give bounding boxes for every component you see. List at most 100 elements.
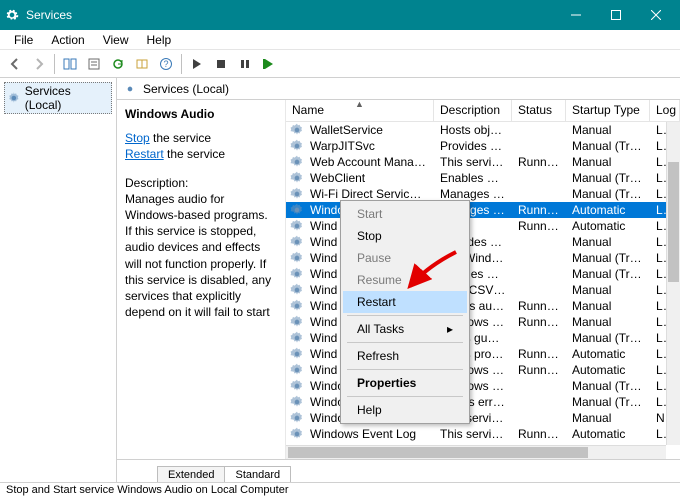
tab-standard[interactable]: Standard bbox=[224, 466, 291, 483]
separator bbox=[347, 369, 463, 370]
cell-startup: Manual bbox=[566, 155, 650, 169]
gear-icon bbox=[290, 171, 304, 185]
stop-link-suffix: the service bbox=[150, 131, 211, 145]
cell-status: Running bbox=[512, 363, 566, 377]
col-name[interactable]: Name▲ bbox=[286, 100, 434, 121]
menu-action[interactable]: Action bbox=[43, 31, 92, 49]
export-button[interactable] bbox=[131, 53, 153, 75]
gear-icon bbox=[290, 347, 304, 361]
cell-name: Windows Event Log bbox=[304, 427, 434, 441]
stop-service-button[interactable] bbox=[210, 53, 232, 75]
context-menu: Start Stop Pause Resume Restart All Task… bbox=[340, 200, 470, 424]
cell-startup: Manual (Trig... bbox=[566, 379, 650, 393]
col-startup[interactable]: Startup Type bbox=[566, 100, 650, 121]
cell-name: Web Account Manager bbox=[304, 155, 434, 169]
service-row[interactable]: Windows Event LogThis service ...Running… bbox=[286, 426, 680, 442]
ctx-properties[interactable]: Properties bbox=[343, 372, 467, 394]
ctx-stop[interactable]: Stop bbox=[343, 225, 467, 247]
toolbar: ? bbox=[0, 50, 680, 78]
minimize-button[interactable] bbox=[556, 0, 596, 30]
gear-icon bbox=[4, 7, 20, 23]
cell-status: Running bbox=[512, 315, 566, 329]
sort-asc-icon: ▲ bbox=[355, 100, 364, 109]
show-hide-tree-button[interactable] bbox=[59, 53, 81, 75]
restart-service-button[interactable] bbox=[258, 53, 280, 75]
ctx-help[interactable]: Help bbox=[343, 399, 467, 421]
help-button[interactable]: ? bbox=[155, 53, 177, 75]
separator bbox=[347, 315, 463, 316]
gear-icon bbox=[290, 363, 304, 377]
gear-icon bbox=[290, 411, 304, 425]
cell-startup: Automatic bbox=[566, 363, 650, 377]
gear-icon bbox=[7, 91, 21, 105]
ctx-refresh[interactable]: Refresh bbox=[343, 345, 467, 367]
ctx-restart[interactable]: Restart bbox=[343, 291, 467, 313]
back-button[interactable] bbox=[4, 53, 26, 75]
cell-status: Running bbox=[512, 203, 566, 217]
tree-root-services[interactable]: Services (Local) bbox=[4, 82, 112, 114]
statusbar: Stop and Start service Windows Audio on … bbox=[0, 482, 680, 500]
svg-text:?: ? bbox=[163, 59, 168, 69]
cell-startup: Manual (Trig... bbox=[566, 331, 650, 345]
start-service-button[interactable] bbox=[186, 53, 208, 75]
ctx-pause[interactable]: Pause bbox=[343, 247, 467, 269]
ctx-all-tasks[interactable]: All Tasks▸ bbox=[343, 318, 467, 340]
vertical-scrollbar[interactable] bbox=[666, 122, 680, 445]
gear-icon bbox=[290, 299, 304, 313]
col-description[interactable]: Description bbox=[434, 100, 512, 121]
stop-link[interactable]: Stop bbox=[125, 131, 150, 145]
description-pane: Windows Audio Stop the service Restart t… bbox=[117, 100, 285, 459]
cell-startup: Manual (Trig... bbox=[566, 251, 650, 265]
pause-service-button[interactable] bbox=[234, 53, 256, 75]
service-row[interactable]: WarpJITSvcProvides a JI...Manual (Trig..… bbox=[286, 138, 680, 154]
tree-root-label: Services (Local) bbox=[25, 84, 109, 112]
gear-icon bbox=[290, 187, 304, 201]
gear-icon bbox=[290, 139, 304, 153]
cell-startup: Manual bbox=[566, 235, 650, 249]
gear-icon bbox=[290, 379, 304, 393]
col-logon[interactable]: Log bbox=[650, 100, 680, 121]
close-button[interactable] bbox=[636, 0, 676, 30]
service-row[interactable]: WebClientEnables Win...Manual (Trig...Lo… bbox=[286, 170, 680, 186]
cell-desc: This service ... bbox=[434, 155, 512, 169]
gear-icon bbox=[290, 219, 304, 233]
cell-name: WalletService bbox=[304, 123, 434, 137]
gear-icon bbox=[123, 82, 137, 96]
horizontal-scrollbar[interactable] bbox=[286, 445, 666, 459]
ctx-start[interactable]: Start bbox=[343, 203, 467, 225]
separator bbox=[347, 342, 463, 343]
gear-icon bbox=[290, 315, 304, 329]
scrollbar-thumb[interactable] bbox=[288, 447, 588, 458]
menu-view[interactable]: View bbox=[95, 31, 137, 49]
cell-startup: Manual (Trig... bbox=[566, 267, 650, 281]
cell-startup: Manual bbox=[566, 299, 650, 313]
gear-icon bbox=[290, 283, 304, 297]
menu-help[interactable]: Help bbox=[139, 31, 180, 49]
cell-startup: Manual (Trig... bbox=[566, 395, 650, 409]
refresh-button[interactable] bbox=[107, 53, 129, 75]
gear-icon bbox=[290, 427, 304, 441]
header-label: Services (Local) bbox=[143, 82, 229, 96]
cell-startup: Automatic bbox=[566, 203, 650, 217]
cell-startup: Manual (Trig... bbox=[566, 171, 650, 185]
cell-startup: Manual bbox=[566, 283, 650, 297]
tab-extended[interactable]: Extended bbox=[157, 466, 225, 483]
ctx-resume[interactable]: Resume bbox=[343, 269, 467, 291]
cell-status: Running bbox=[512, 299, 566, 313]
menu-file[interactable]: File bbox=[6, 31, 41, 49]
properties-button[interactable] bbox=[83, 53, 105, 75]
cell-name: WarpJITSvc bbox=[304, 139, 434, 153]
cell-desc: This service ... bbox=[434, 427, 512, 441]
cell-startup: Automatic bbox=[566, 219, 650, 233]
service-row[interactable]: WalletServiceHosts objec...ManualLoc bbox=[286, 122, 680, 138]
cell-startup: Automatic bbox=[566, 347, 650, 361]
col-status[interactable]: Status bbox=[512, 100, 566, 121]
gear-icon bbox=[290, 267, 304, 281]
scrollbar-thumb[interactable] bbox=[668, 162, 679, 282]
cell-name: Wi-Fi Direct Services Conne... bbox=[304, 187, 434, 201]
maximize-button[interactable] bbox=[596, 0, 636, 30]
forward-button[interactable] bbox=[28, 53, 50, 75]
service-row[interactable]: Web Account ManagerThis service ...Runni… bbox=[286, 154, 680, 170]
restart-link[interactable]: Restart bbox=[125, 147, 164, 161]
gear-icon bbox=[290, 331, 304, 345]
